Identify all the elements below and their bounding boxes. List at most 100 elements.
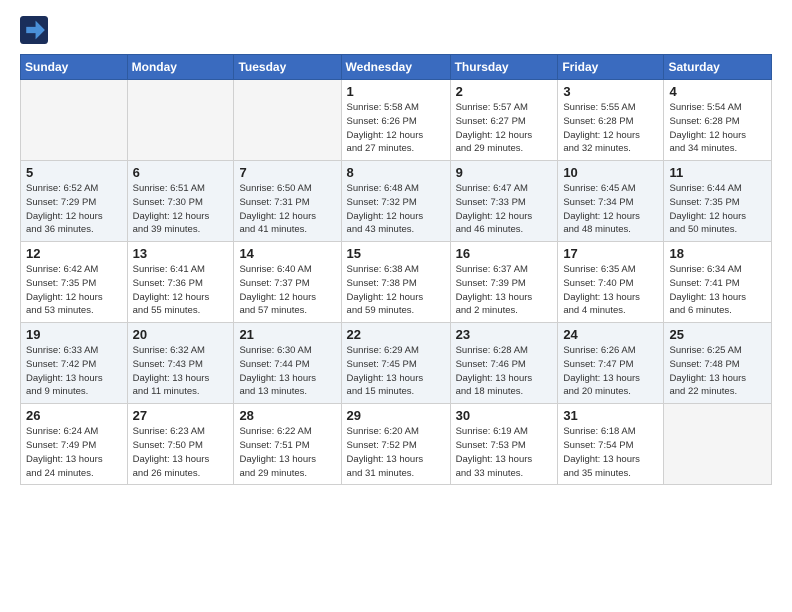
- day-info: Sunrise: 6:38 AM Sunset: 7:38 PM Dayligh…: [347, 263, 445, 318]
- day-number: 16: [456, 246, 553, 261]
- day-info: Sunrise: 6:19 AM Sunset: 7:53 PM Dayligh…: [456, 425, 553, 480]
- day-info: Sunrise: 6:24 AM Sunset: 7:49 PM Dayligh…: [26, 425, 122, 480]
- calendar-day-7: 7 Sunrise: 6:50 AM Sunset: 7:31 PM Daylig…: [234, 161, 341, 242]
- calendar-day-27: 27Sunrise: 6:23 AM Sunset: 7:50 PM Dayli…: [127, 404, 234, 485]
- day-number: 9: [456, 165, 553, 180]
- calendar-day-30: 30 Sunrise: 6:19 AM Sunset: 7:53 PM Dayli…: [450, 404, 558, 485]
- calendar-day-20: 20 Sunrise: 6:32 AM Sunset: 7:43 PM Dayli…: [127, 323, 234, 404]
- day-info: Sunrise: 6:25 AM Sunset: 7:48 PM Dayligh…: [669, 344, 766, 399]
- day-info: Sunrise: 5:58 AM Sunset: 6:26 PM Dayligh…: [347, 101, 445, 156]
- header: [20, 16, 772, 44]
- calendar-day-13: 13Sunrise: 6:41 AM Sunset: 7:36 PM Dayli…: [127, 242, 234, 323]
- day-number: 25: [669, 327, 766, 342]
- day-number: 31: [563, 408, 658, 423]
- day-info: Sunrise: 6:51 AM Sunset: 7:30 PM Dayligh…: [133, 182, 229, 237]
- calendar-day-24: 24 Sunrise: 6:26 AM Sunset: 7:47 PM Dayli…: [558, 323, 664, 404]
- calendar-week-row: 12 Sunrise: 6:42 AM Sunset: 7:35 PM Dayli…: [21, 242, 772, 323]
- logo-icon: [20, 16, 48, 44]
- day-info: Sunrise: 6:45 AM Sunset: 7:34 PM Dayligh…: [563, 182, 658, 237]
- day-number: 8: [347, 165, 445, 180]
- day-info: Sunrise: 5:55 AM Sunset: 6:28 PM Dayligh…: [563, 101, 658, 156]
- calendar-day-15: 15 Sunrise: 6:38 AM Sunset: 7:38 PM Dayli…: [341, 242, 450, 323]
- day-info: Sunrise: 6:22 AM Sunset: 7:51 PM Dayligh…: [239, 425, 335, 480]
- day-number: 13: [133, 246, 229, 261]
- day-number: 3: [563, 84, 658, 99]
- day-info: Sunrise: 6:32 AM Sunset: 7:43 PM Dayligh…: [133, 344, 229, 399]
- calendar-week-row: 1Sunrise: 5:58 AM Sunset: 6:26 PM Daylig…: [21, 80, 772, 161]
- day-info: Sunrise: 6:18 AM Sunset: 7:54 PM Dayligh…: [563, 425, 658, 480]
- weekday-header-friday: Friday: [558, 55, 664, 80]
- day-number: 15: [347, 246, 445, 261]
- calendar-day-17: 17 Sunrise: 6:35 AM Sunset: 7:40 PM Dayli…: [558, 242, 664, 323]
- day-number: 17: [563, 246, 658, 261]
- day-info: Sunrise: 6:20 AM Sunset: 7:52 PM Dayligh…: [347, 425, 445, 480]
- day-info: Sunrise: 6:52 AM Sunset: 7:29 PM Dayligh…: [26, 182, 122, 237]
- day-info: Sunrise: 6:30 AM Sunset: 7:44 PM Dayligh…: [239, 344, 335, 399]
- calendar-day-22: 22 Sunrise: 6:29 AM Sunset: 7:45 PM Dayli…: [341, 323, 450, 404]
- day-info: Sunrise: 6:35 AM Sunset: 7:40 PM Dayligh…: [563, 263, 658, 318]
- day-info: Sunrise: 6:26 AM Sunset: 7:47 PM Dayligh…: [563, 344, 658, 399]
- day-info: Sunrise: 6:29 AM Sunset: 7:45 PM Dayligh…: [347, 344, 445, 399]
- calendar-day-19: 19 Sunrise: 6:33 AM Sunset: 7:42 PM Dayli…: [21, 323, 128, 404]
- day-number: 19: [26, 327, 122, 342]
- day-number: 29: [347, 408, 445, 423]
- calendar-day-18: 18Sunrise: 6:34 AM Sunset: 7:41 PM Dayli…: [664, 242, 772, 323]
- day-number: 4: [669, 84, 766, 99]
- day-number: 12: [26, 246, 122, 261]
- day-number: 26: [26, 408, 122, 423]
- day-number: 27: [133, 408, 229, 423]
- calendar-day-11: 11 Sunrise: 6:44 AM Sunset: 7:35 PM Dayli…: [664, 161, 772, 242]
- calendar-day-21: 21 Sunrise: 6:30 AM Sunset: 7:44 PM Dayli…: [234, 323, 341, 404]
- logo: [20, 16, 52, 44]
- calendar-day-6: 6 Sunrise: 6:51 AM Sunset: 7:30 PM Daylig…: [127, 161, 234, 242]
- weekday-header-sunday: Sunday: [21, 55, 128, 80]
- day-number: 20: [133, 327, 229, 342]
- day-info: Sunrise: 6:40 AM Sunset: 7:37 PM Dayligh…: [239, 263, 335, 318]
- day-info: Sunrise: 6:44 AM Sunset: 7:35 PM Dayligh…: [669, 182, 766, 237]
- calendar-day-empty: [234, 80, 341, 161]
- calendar-day-empty: [664, 404, 772, 485]
- day-info: Sunrise: 6:47 AM Sunset: 7:33 PM Dayligh…: [456, 182, 553, 237]
- calendar-header-row: SundayMondayTuesdayWednesdayThursdayFrid…: [21, 55, 772, 80]
- day-info: Sunrise: 6:28 AM Sunset: 7:46 PM Dayligh…: [456, 344, 553, 399]
- weekday-header-wednesday: Wednesday: [341, 55, 450, 80]
- day-number: 23: [456, 327, 553, 342]
- day-number: 22: [347, 327, 445, 342]
- day-info: Sunrise: 5:57 AM Sunset: 6:27 PM Dayligh…: [456, 101, 553, 156]
- day-info: Sunrise: 6:33 AM Sunset: 7:42 PM Dayligh…: [26, 344, 122, 399]
- calendar-day-23: 23 Sunrise: 6:28 AM Sunset: 7:46 PM Dayli…: [450, 323, 558, 404]
- day-number: 6: [133, 165, 229, 180]
- day-number: 14: [239, 246, 335, 261]
- day-info: Sunrise: 5:54 AM Sunset: 6:28 PM Dayligh…: [669, 101, 766, 156]
- calendar-table: SundayMondayTuesdayWednesdayThursdayFrid…: [20, 54, 772, 485]
- calendar-day-12: 12 Sunrise: 6:42 AM Sunset: 7:35 PM Dayli…: [21, 242, 128, 323]
- calendar-day-8: 8 Sunrise: 6:48 AM Sunset: 7:32 PM Daylig…: [341, 161, 450, 242]
- day-number: 21: [239, 327, 335, 342]
- calendar-day-14: 14 Sunrise: 6:40 AM Sunset: 7:37 PM Dayli…: [234, 242, 341, 323]
- weekday-header-thursday: Thursday: [450, 55, 558, 80]
- calendar-week-row: 19 Sunrise: 6:33 AM Sunset: 7:42 PM Dayli…: [21, 323, 772, 404]
- calendar-day-4: 4 Sunrise: 5:54 AM Sunset: 6:28 PM Daylig…: [664, 80, 772, 161]
- day-number: 18: [669, 246, 766, 261]
- calendar-day-9: 9 Sunrise: 6:47 AM Sunset: 7:33 PM Daylig…: [450, 161, 558, 242]
- calendar-day-3: 3 Sunrise: 5:55 AM Sunset: 6:28 PM Daylig…: [558, 80, 664, 161]
- calendar-week-row: 5Sunrise: 6:52 AM Sunset: 7:29 PM Daylig…: [21, 161, 772, 242]
- day-number: 10: [563, 165, 658, 180]
- calendar-day-29: 29 Sunrise: 6:20 AM Sunset: 7:52 PM Dayli…: [341, 404, 450, 485]
- day-number: 7: [239, 165, 335, 180]
- day-number: 28: [239, 408, 335, 423]
- page: SundayMondayTuesdayWednesdayThursdayFrid…: [0, 0, 792, 612]
- calendar-day-5: 5Sunrise: 6:52 AM Sunset: 7:29 PM Daylig…: [21, 161, 128, 242]
- calendar-day-empty: [127, 80, 234, 161]
- calendar-day-16: 16Sunrise: 6:37 AM Sunset: 7:39 PM Dayli…: [450, 242, 558, 323]
- day-number: 2: [456, 84, 553, 99]
- day-info: Sunrise: 6:48 AM Sunset: 7:32 PM Dayligh…: [347, 182, 445, 237]
- calendar-day-31: 31 Sunrise: 6:18 AM Sunset: 7:54 PM Dayli…: [558, 404, 664, 485]
- calendar-week-row: 26 Sunrise: 6:24 AM Sunset: 7:49 PM Dayli…: [21, 404, 772, 485]
- day-number: 30: [456, 408, 553, 423]
- day-number: 11: [669, 165, 766, 180]
- calendar-day-1: 1Sunrise: 5:58 AM Sunset: 6:26 PM Daylig…: [341, 80, 450, 161]
- day-info: Sunrise: 6:42 AM Sunset: 7:35 PM Dayligh…: [26, 263, 122, 318]
- day-info: Sunrise: 6:50 AM Sunset: 7:31 PM Dayligh…: [239, 182, 335, 237]
- day-number: 24: [563, 327, 658, 342]
